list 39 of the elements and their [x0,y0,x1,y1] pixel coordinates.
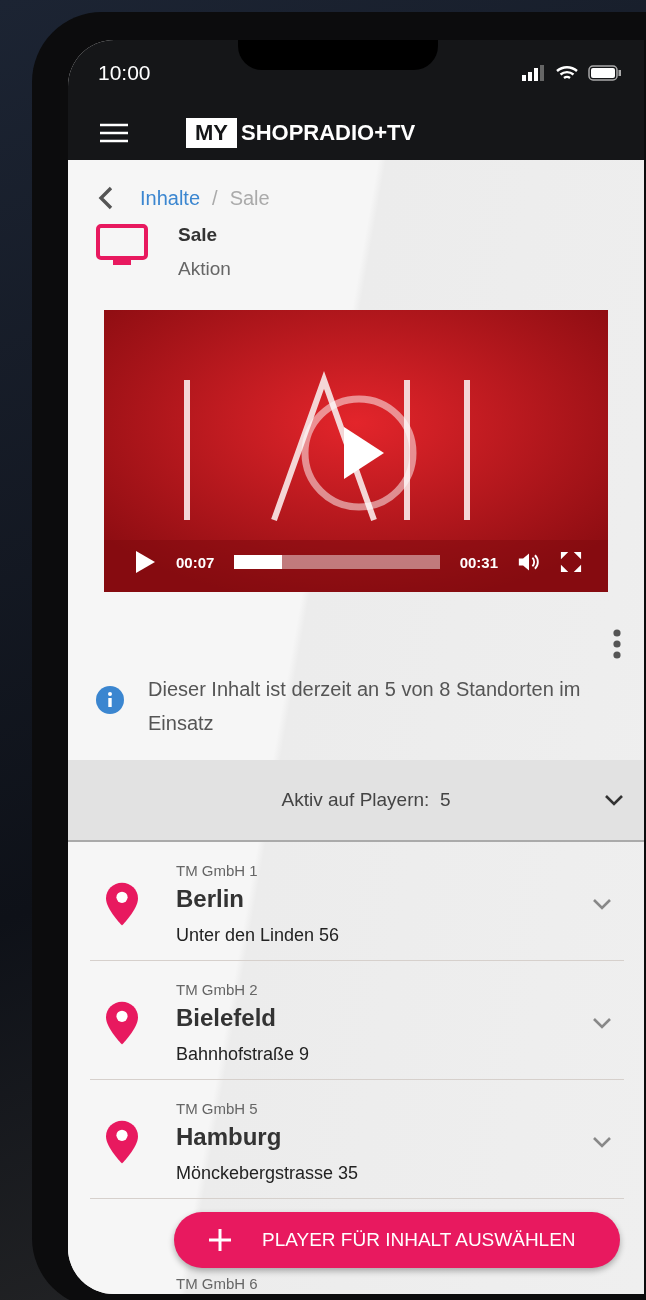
battery-icon [588,65,622,81]
tv-icon [96,224,148,268]
info-icon [96,686,124,714]
location-pin-icon [106,1001,138,1045]
breadcrumb-current: Sale [229,186,270,210]
city-name: Bielefeld [176,1004,278,1032]
city-name: Hamburg [176,1123,283,1151]
wifi-icon [556,65,578,81]
city-name: Berlin [176,885,245,913]
breadcrumb-separator: / [212,186,218,210]
menu-icon[interactable] [100,123,128,143]
signal-icon [522,65,546,81]
clock-time: 10:00 [98,61,151,85]
duration-time: 00:31 [459,553,498,571]
progress-bar[interactable] [234,555,440,569]
company-name: TM GmbH 1 [176,862,259,879]
plus-icon [208,1228,232,1252]
street-address: Unter den Linden 56 [176,925,341,946]
current-time: 00:07 [176,553,215,571]
more-options-icon[interactable] [612,628,622,660]
play-overlay-icon[interactable] [299,393,419,513]
chevron-down-icon[interactable] [604,794,624,806]
logo-box: MY [186,118,237,148]
fullscreen-icon[interactable] [560,550,582,574]
location-pin-icon [106,1120,138,1164]
play-icon[interactable] [134,550,156,574]
street-address: Bahnhofstraße 9 [176,1044,311,1065]
location-pin-icon [106,882,138,926]
breadcrumb-link[interactable]: Inhalte [140,186,201,210]
street-address: Mönckebergstrasse 35 [176,1163,360,1184]
players-accordion[interactable]: Aktiv auf Playern: 5 [68,760,644,842]
content-type: Aktion [178,258,231,280]
company-name: TM GmbH 2 [176,981,259,998]
company-name: TM GmbH 5 [176,1100,259,1117]
company-name: TM GmbH 6 [176,1275,259,1292]
content-title: Sale [178,224,219,246]
logo-text: SHOPRADIO+TV [241,120,416,146]
info-message: Dieser Inhalt ist derzeit an 5 von 8 Standorten im Einsatz [148,677,582,736]
select-player-button[interactable]: PLAYER FÜR INHALT AUSWÄHLEN [174,1212,620,1268]
